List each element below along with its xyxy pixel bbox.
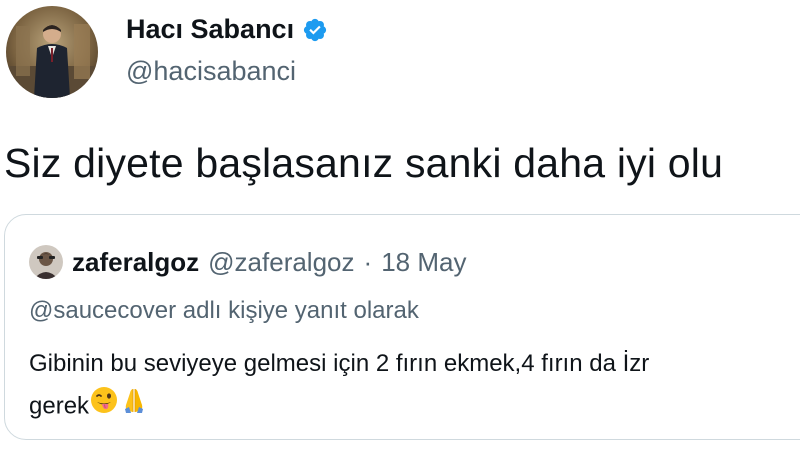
- author-avatar[interactable]: [6, 6, 98, 98]
- folded-hands-icon: [119, 385, 149, 429]
- author-display-name[interactable]: Hacı Sabancı: [126, 14, 294, 45]
- quoted-author-handle[interactable]: @zaferalgoz: [208, 247, 354, 278]
- quoted-tweet-body-line2-row: gerek: [29, 385, 649, 429]
- separator-dot: ·: [363, 246, 373, 277]
- quoted-tweet-body: Gibinin bu seviyeye gelmesi için 2 fırın…: [29, 343, 649, 429]
- quoted-tweet-date[interactable]: 18 May: [381, 247, 466, 278]
- quoted-author-avatar[interactable]: [29, 245, 63, 279]
- replying-to-text: @saucecover adlı kişiye yanıt olarak: [29, 297, 419, 324]
- quoted-tweet-card[interactable]: zaferalgoz @zaferalgoz · 18 May @sauceco…: [4, 214, 800, 440]
- tweet-text: Siz diyete başlasanız sanki daha iyi olu: [4, 140, 724, 186]
- winking-face-with-tongue-icon: [89, 385, 119, 429]
- author-handle[interactable]: @hacisabanci: [126, 56, 296, 87]
- quoted-tweet-body-line2: gerek: [29, 392, 90, 420]
- author-name-row: Hacı Sabancı: [126, 14, 328, 45]
- quoted-tweet-header: zaferalgoz @zaferalgoz · 18 May: [29, 245, 466, 279]
- quoted-tweet-body-line1: Gibinin bu seviyeye gelmesi için 2 fırın…: [29, 350, 650, 377]
- quoted-author-name[interactable]: zaferalgoz: [72, 247, 199, 278]
- tweet-header: Hacı Sabancı @hacisabanci: [0, 0, 800, 110]
- verified-badge-icon: [302, 17, 328, 43]
